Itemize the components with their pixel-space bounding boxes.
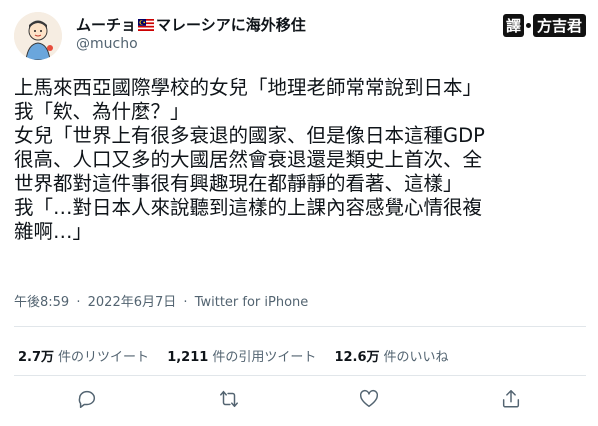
tweet-actions [0, 388, 598, 418]
retweet-icon [220, 390, 238, 408]
avatar-illustration [14, 12, 62, 60]
quotes-label: 件の引用ツイート [212, 350, 317, 365]
likes-stat[interactable]: 12.6万 件のいいね [334, 346, 448, 365]
display-name[interactable]: ムーチョ [76, 14, 136, 35]
share-icon [502, 390, 520, 408]
translator-dot [525, 23, 531, 28]
retweets-stat[interactable]: 2.7万 件のリツイート [18, 346, 149, 365]
tweet-meta: 午後8:59 · 2022年6月7日 · Twitter for iPhone [14, 291, 308, 310]
malaysia-flag-icon [138, 18, 155, 31]
quotes-stat[interactable]: 1,211 件の引用ツイート [167, 346, 316, 365]
tweet-time[interactable]: 午後8:59 [14, 295, 69, 310]
meta-separator-2: · [183, 295, 188, 310]
avatar[interactable] [14, 12, 62, 60]
reply-button[interactable] [76, 388, 100, 412]
like-button[interactable] [358, 388, 382, 412]
translator-char: 譯 [502, 14, 524, 37]
retweet-button[interactable] [218, 388, 242, 412]
translator-stamp: 譯 方吉君 [502, 14, 586, 37]
reply-icon [78, 390, 96, 408]
likes-label: 件のいいね [383, 350, 449, 365]
translator-name: 方吉君 [532, 14, 586, 37]
display-name-suffix[interactable]: マレーシアに海外移住 [156, 14, 306, 35]
tweet-stats: 2.7万 件のリツイート 1,211 件の引用ツイート 12.6万 件のいいね [18, 346, 463, 365]
divider-bottom [14, 375, 586, 376]
likes-count: 12.6万 [334, 350, 380, 365]
user-handle[interactable]: @mucho [76, 36, 138, 52]
tweet-client[interactable]: Twitter for iPhone [195, 295, 309, 310]
tweet-date[interactable]: 2022年6月7日 [88, 295, 177, 310]
divider-top [14, 326, 586, 327]
quotes-count: 1,211 [167, 350, 209, 365]
author-name-row[interactable]: ムーチョ マレーシアに海外移住 [76, 14, 306, 35]
meta-separator: · [76, 295, 81, 310]
retweets-count: 2.7万 [18, 350, 55, 365]
share-button[interactable] [500, 388, 524, 412]
tweet-text: 上馬來西亞國際學校的女兒「地理老師常常說到日本」 我「欸、為什麼？」 女兒「世界… [14, 76, 485, 243]
heart-icon [359, 389, 379, 408]
retweets-label: 件のリツイート [58, 350, 150, 365]
